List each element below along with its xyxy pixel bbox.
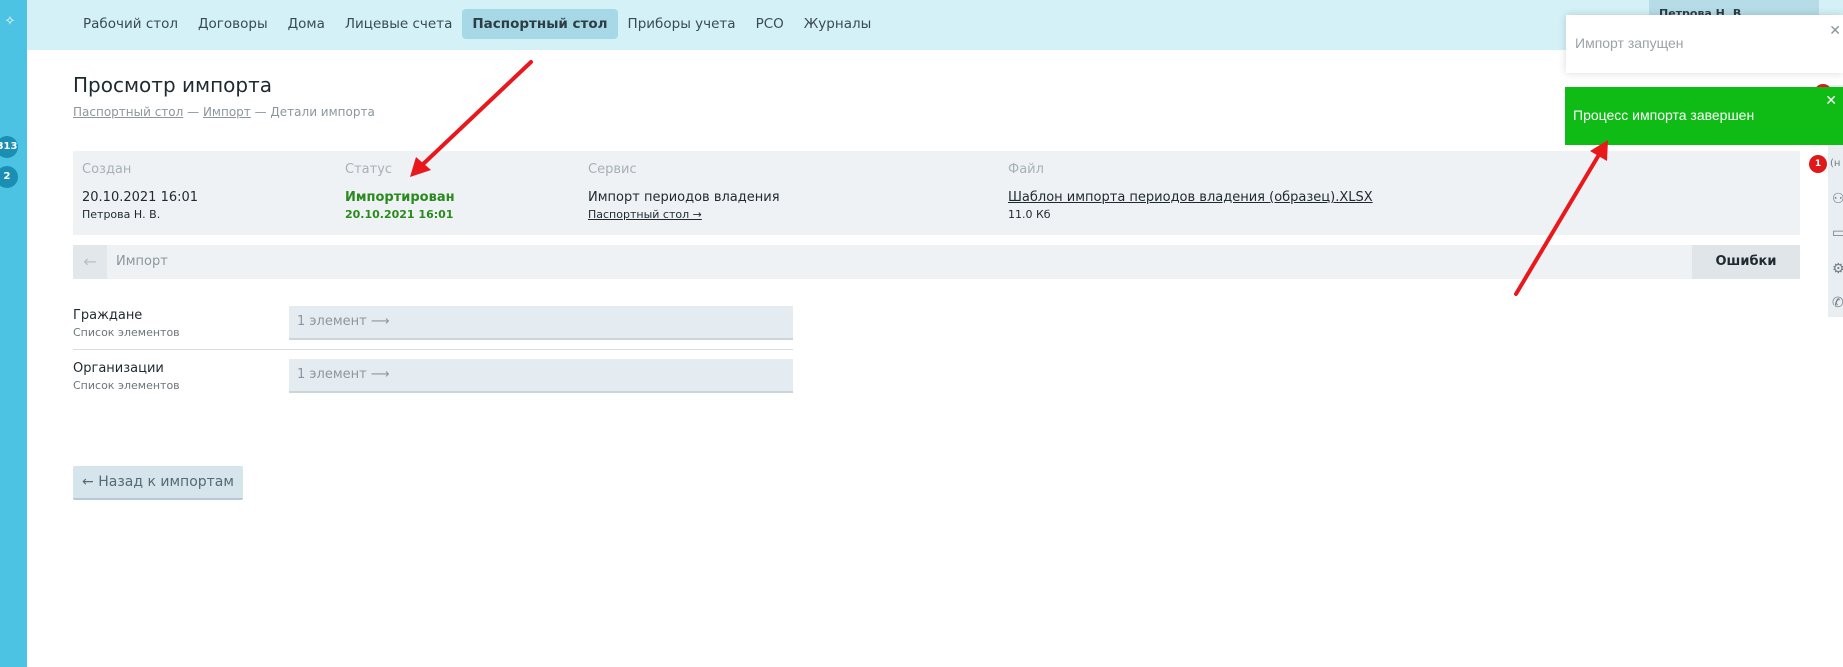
breadcrumb-separator: — bbox=[250, 105, 271, 119]
nav-item-houses[interactable]: Дома bbox=[278, 9, 335, 39]
import-tabbar: ← Импорт Ошибки bbox=[73, 245, 1800, 279]
info-status-value: Импортирован bbox=[345, 190, 455, 205]
user-icon[interactable]: ⚇ bbox=[1832, 190, 1843, 208]
left-rail: ✧ 313 2 bbox=[0, 0, 27, 667]
info-service-link[interactable]: Паспортный стол → bbox=[588, 208, 702, 221]
info-created-author: Петрова Н. В. bbox=[82, 208, 161, 221]
nav-item-journals[interactable]: Журналы bbox=[794, 9, 882, 39]
gear-icon[interactable]: ⚙ bbox=[1832, 260, 1843, 278]
toast-text: Импорт запущен bbox=[1575, 35, 1684, 51]
entity-row-citizens: Граждане Список элементов 1 элемент ⟶ bbox=[73, 306, 793, 346]
arrow-left-icon[interactable]: ← bbox=[73, 245, 107, 279]
phone-icon[interactable]: ✆ bbox=[1832, 294, 1843, 312]
info-created-value: 20.10.2021 16:01 bbox=[82, 190, 199, 205]
info-file-size: 11.0 Кб bbox=[1008, 208, 1051, 221]
breadcrumb-separator: — bbox=[183, 105, 203, 119]
back-to-imports-button[interactable]: ← Назад к импортам bbox=[73, 466, 243, 500]
close-icon[interactable]: ✕ bbox=[1829, 23, 1841, 37]
rail-badge-counter[interactable]: 313 bbox=[0, 136, 18, 158]
entity-row-organizations: Организации Список элементов 1 элемент ⟶ bbox=[73, 359, 793, 399]
nav-item-desktop[interactable]: Рабочий стол bbox=[73, 9, 188, 39]
notification-badge[interactable]: 1 bbox=[1809, 155, 1827, 173]
entity-name: Организации bbox=[73, 361, 164, 376]
toast-import-done: Процесс импорта завершен ✕ bbox=[1565, 87, 1843, 145]
nav-item-accounts[interactable]: Лицевые счета bbox=[335, 9, 462, 39]
nav-item-passport-office[interactable]: Паспортный стол bbox=[462, 9, 618, 39]
main-nav: Рабочий стол Договоры Дома Лицевые счета… bbox=[73, 9, 881, 39]
tab-import[interactable]: Импорт bbox=[116, 245, 168, 279]
entity-name: Граждане bbox=[73, 308, 143, 323]
entity-sub: Список элементов bbox=[73, 326, 180, 339]
info-status-label: Статус bbox=[345, 162, 393, 177]
close-icon[interactable]: ✕ bbox=[1825, 93, 1837, 107]
import-info-card: Создан 20.10.2021 16:01 Петрова Н. В. Ст… bbox=[73, 151, 1800, 235]
entity-sub: Список элементов bbox=[73, 379, 180, 392]
info-status-date: 20.10.2021 16:01 bbox=[345, 208, 454, 221]
pin-icon[interactable]: ✧ bbox=[2, 14, 18, 30]
entity-count-button[interactable]: 1 элемент ⟶ bbox=[289, 306, 793, 340]
divider bbox=[73, 349, 793, 350]
breadcrumb-import[interactable]: Импорт bbox=[203, 105, 251, 119]
tab-errors[interactable]: Ошибки bbox=[1692, 245, 1800, 279]
toast-import-started: Импорт запущен ✕ bbox=[1566, 15, 1843, 73]
rail-badge-counter-2[interactable]: 2 bbox=[0, 166, 18, 188]
nav-item-meters[interactable]: Приборы учета bbox=[618, 9, 746, 39]
breadcrumb-passport-office[interactable]: Паспортный стол bbox=[73, 105, 183, 119]
info-file-label: Файл bbox=[1008, 162, 1044, 177]
info-service-value: Импорт периодов владения bbox=[588, 190, 780, 205]
info-created-label: Создан bbox=[82, 162, 132, 177]
entity-count-button[interactable]: 1 элемент ⟶ bbox=[289, 359, 793, 393]
breadcrumb-current: Детали импорта bbox=[270, 105, 375, 119]
breadcrumb: Паспортный стол — Импорт — Детали импорт… bbox=[73, 105, 375, 119]
page-title: Просмотр импорта bbox=[73, 73, 272, 97]
toast-text: Процесс импорта завершен bbox=[1573, 107, 1755, 123]
nav-item-contracts[interactable]: Договоры bbox=[188, 9, 278, 39]
info-file-link[interactable]: Шаблон импорта периодов владения (образе… bbox=[1008, 190, 1373, 205]
right-rail-label: (н bbox=[1830, 158, 1841, 169]
info-service-label: Сервис bbox=[588, 162, 637, 177]
chat-icon[interactable]: ▭ bbox=[1832, 224, 1843, 242]
nav-item-rso[interactable]: РСО bbox=[746, 9, 794, 39]
